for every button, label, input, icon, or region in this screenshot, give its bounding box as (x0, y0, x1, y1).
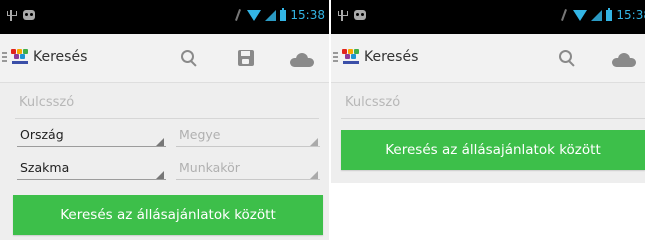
country-spinner[interactable]: Ország (17, 123, 166, 149)
dropdown-arrow-icon (310, 171, 318, 179)
status-time: 15:38 (290, 8, 325, 22)
search-form: Kulcsszó Ország Megye Szakma Munkakör Ke… (0, 83, 329, 240)
cloud-icon[interactable] (290, 53, 314, 67)
signal-off-icon (233, 9, 243, 21)
menu-icon[interactable] (2, 52, 7, 64)
county-spinner[interactable]: Megye (176, 123, 320, 149)
app-logo[interactable] (342, 49, 360, 65)
battery-icon (606, 7, 613, 21)
notification-icon (354, 10, 366, 20)
battery-icon (280, 7, 287, 21)
save-icon[interactable] (238, 50, 254, 66)
screen-right: 15:38 Keresés Kulcsszó Keresés az állása… (331, 0, 645, 240)
job-spinner[interactable]: Munkakör (176, 156, 320, 182)
profession-spinner[interactable]: Szakma (17, 156, 166, 182)
dropdown-arrow-icon (310, 138, 318, 146)
county-hint: Megye (179, 127, 221, 142)
cell-signal-icon (265, 9, 277, 21)
notification-icon (23, 10, 35, 20)
job-hint: Munkakör (179, 160, 240, 175)
search-icon[interactable] (179, 48, 199, 68)
status-bar: 15:38 (331, 0, 645, 34)
empty-area (331, 183, 645, 240)
screen-left: 15:38 Keresés Kulcsszó Ország Megye Szak… (0, 0, 329, 240)
status-time: 15:38 (616, 8, 645, 22)
usb-icon (337, 8, 348, 22)
profession-value: Szakma (20, 160, 70, 175)
signal-off-icon (559, 9, 569, 21)
keyword-placeholder: Kulcsszó (19, 95, 75, 110)
search-jobs-button[interactable]: Keresés az állásajánlatok között (13, 195, 323, 235)
keyword-input[interactable]: Kulcsszó (15, 90, 319, 119)
cell-signal-icon (591, 9, 603, 21)
wifi-icon (573, 9, 588, 21)
page-title: Keresés (33, 49, 88, 65)
dropdown-arrow-icon (156, 138, 164, 146)
wifi-icon (247, 9, 262, 21)
usb-icon (6, 8, 17, 22)
action-bar: Keresés (0, 34, 329, 83)
status-bar: 15:38 (0, 0, 329, 34)
keyword-input[interactable]: Kulcsszó (341, 90, 645, 119)
search-icon[interactable] (557, 48, 577, 68)
page-title: Keresés (364, 49, 419, 65)
country-value: Ország (20, 127, 64, 142)
action-bar: Keresés (331, 34, 645, 83)
keyword-placeholder: Kulcsszó (345, 95, 401, 110)
menu-icon[interactable] (333, 52, 338, 64)
dropdown-arrow-icon (156, 171, 164, 179)
app-logo[interactable] (11, 49, 29, 65)
search-jobs-button[interactable]: Keresés az állásajánlatok között (341, 130, 645, 170)
cloud-icon[interactable] (612, 53, 636, 67)
search-form: Kulcsszó Keresés az állásajánlatok közöt… (331, 83, 645, 183)
